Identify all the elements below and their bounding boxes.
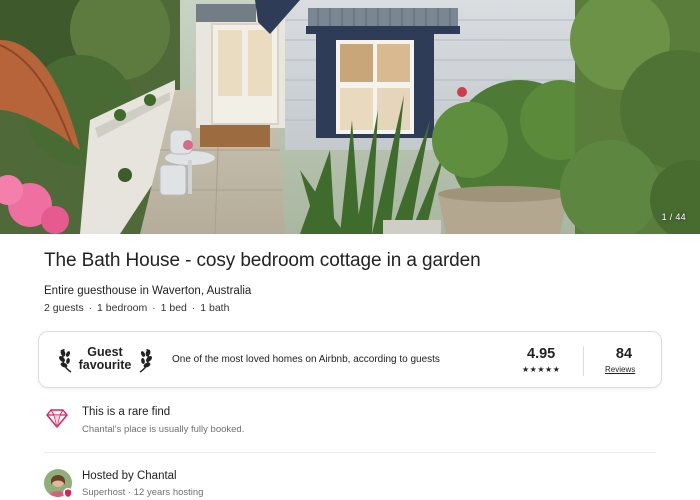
rating-stars: ★★★★★	[522, 365, 561, 374]
rare-find-title: This is a rare find	[82, 406, 171, 418]
host-name: Hosted by Chantal	[82, 470, 177, 482]
guest-favourite-label: Guest favourite	[75, 346, 135, 372]
rating-value: 4.95	[527, 346, 556, 362]
hero-photo[interactable]: 1 / 44	[0, 0, 700, 234]
details-separator: ·	[152, 302, 156, 314]
diamond-icon	[46, 409, 68, 428]
bedrooms-count: 1 bedroom	[97, 302, 148, 314]
host-details: Superhost · 12 years hosting	[82, 487, 204, 498]
listing-details: 2 guests · 1 bedroom · 1 bed · 1 bath	[44, 302, 229, 314]
guest-favourite-description: One of the most loved homes on Airbnb, a…	[172, 354, 440, 365]
section-divider	[44, 452, 656, 453]
guests-count: 2 guests	[44, 302, 84, 314]
photo-counter: 1 / 44	[661, 212, 686, 222]
listing-subtitle: Entire guesthouse in Waverton, Australia	[44, 285, 252, 297]
details-separator: ·	[88, 302, 93, 314]
baths-count: 1 bath	[200, 302, 230, 314]
card-divider	[583, 346, 584, 376]
laurel-right-icon	[139, 348, 152, 373]
hero-image	[0, 0, 700, 234]
rare-find-subtitle: Chantal's place is usually fully booked.	[82, 424, 245, 435]
beds-count: 1 bed	[160, 302, 187, 314]
reviews-count: 84	[615, 346, 633, 362]
reviews-link[interactable]: Reviews	[605, 365, 635, 374]
details-separator: ·	[191, 302, 196, 314]
guest-favourite-card[interactable]: Guest favourite One of the most loved ho…	[38, 331, 662, 388]
superhost-badge-icon	[63, 488, 73, 498]
guest-favourite-line2: favourite	[78, 358, 132, 372]
listing-title: The Bath House - cosy bedroom cottage in…	[44, 250, 481, 271]
laurel-left-icon	[59, 348, 72, 373]
